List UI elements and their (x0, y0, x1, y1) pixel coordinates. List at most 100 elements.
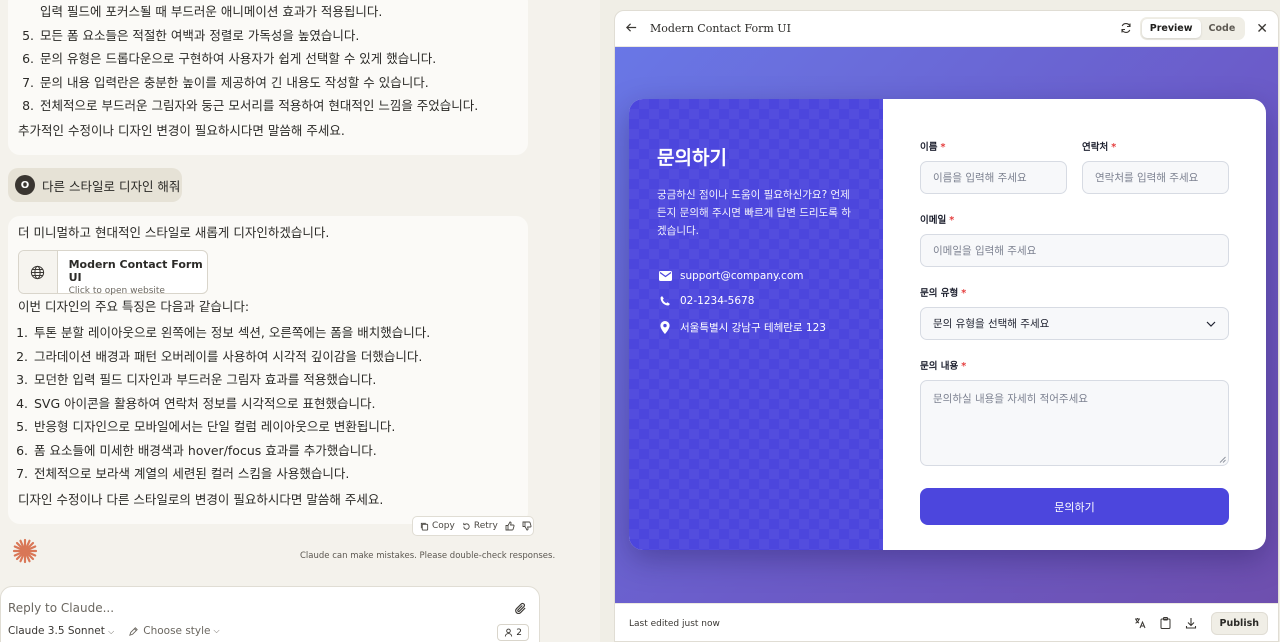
copy-button[interactable]: Copy (420, 521, 455, 531)
list-item: 7. 문의 내용 입력란은 충분한 높이를 제공하여 긴 내용도 작성할 수 있습… (22, 74, 429, 90)
name-label: 이름 * (920, 142, 946, 153)
pen-icon (129, 626, 139, 636)
contact-form: 이름 * 이름을 입력해 주세요 연락처 * 연락처를 입력해 주세요 이메일 * 이… (883, 99, 1266, 550)
contact-card: 문의하기 궁금하신 점이나 도움이 필요하신가요? 언제든지 문의해 주시면 빠… (629, 99, 1266, 550)
features-intro: 이번 디자인의 주요 특징은 다음과 같습니다: (18, 299, 250, 314)
message-intro: 더 미니멀하고 현대적인 스타일로 새롭게 디자인하겠습니다. (18, 225, 330, 240)
attach-button[interactable] (514, 600, 527, 619)
message-closing: 디자인 수정이나 다른 스타일로의 변경이 필요하시다면 말씀해 주세요. (18, 492, 384, 507)
refresh-icon (1121, 23, 1131, 33)
list-item: 6. 문의 유형은 드롭다운으로 구현하여 사용자가 쉽게 선택할 수 있게 했습… (22, 51, 437, 66)
avatar: O (15, 175, 35, 195)
list-item: 3. 모던한 입력 필드 디자인과 부드러운 그림자 효과를 적용했습니다. (16, 372, 377, 387)
translate-icon (1134, 618, 1145, 629)
disclaimer: Claude can make mistakes. Please double-… (300, 551, 556, 561)
chat-panel: 입력 필드에 포커스될 때 부드러운 애니메이션 효과가 적용됩니다. 5. 모든… (0, 0, 600, 642)
required-mark: * (949, 215, 955, 226)
type-select[interactable]: 문의 유형을 선택해 주세요 (920, 307, 1229, 340)
preview-area: 문의하기 궁금하신 점이나 도움이 필요하신가요? 언제든지 문의해 주시면 빠… (615, 47, 1278, 603)
content-textarea[interactable]: 문의하실 내용을 자세히 적어주세요 (920, 380, 1229, 466)
contact-label: 연락처 * (1082, 142, 1117, 153)
download-button[interactable] (1185, 614, 1197, 633)
version-button[interactable] (1134, 614, 1146, 633)
artifact-subtitle: Click to open website (68, 286, 165, 296)
last-edited: Last edited just now (629, 618, 720, 629)
thumbs-up-button[interactable] (505, 521, 515, 531)
contact-address: 서울특별시 강남구 테헤란로 123 (657, 320, 855, 335)
artifact-title: Modern Contact Form UI (68, 258, 203, 284)
artifact-card[interactable]: Modern Contact Form UI Click to open web… (18, 250, 208, 296)
tab-preview[interactable]: Preview (1141, 19, 1201, 38)
model-selector[interactable]: Claude 3.5 Sonnet ⌵ (8, 625, 114, 637)
list-item: 2. 그라데이션 배경과 패턴 오버레이를 사용하여 시각적 깊이감을 더했습니다… (16, 348, 423, 364)
globe-icon (19, 251, 58, 293)
info-heading: 문의하기 (657, 147, 727, 169)
download-icon (1185, 618, 1196, 629)
feature-list: 1. 투톤 분할 레이아웃으로 왼쪽에는 정보 섹션, 오른쪽에는 폼을 배치했습… (10, 321, 430, 486)
resize-handle-icon[interactable] (1219, 456, 1226, 463)
paperclip-icon (515, 602, 526, 615)
list-item: 7. 전체적으로 보라색 계열의 세련된 컬러 스킴을 사용했습니다. (16, 466, 350, 481)
contact-email: support@company.com (657, 270, 855, 282)
contact-phone: 02-1234-5678 (657, 295, 855, 307)
close-icon[interactable]: ✕ (1256, 21, 1268, 37)
artifact-footer: Last edited just now Publish (615, 603, 1278, 641)
copy-button[interactable] (1160, 614, 1171, 633)
list-item: 8. 전체적으로 부드러운 그림자와 둥근 모서리를 적용하여 현대적인 느낌을 … (22, 98, 479, 113)
info-section: 문의하기 궁금하신 점이나 도움이 필요하신가요? 언제든지 문의해 주시면 빠… (629, 99, 883, 550)
location-pin-icon (657, 321, 673, 334)
person-icon (505, 628, 513, 637)
user-count-badge[interactable]: 2 (497, 624, 529, 641)
tab-code[interactable]: Code (1201, 19, 1244, 38)
claude-logo-icon (12, 538, 38, 568)
chevron-down-icon: ⌵ (108, 627, 115, 636)
name-input[interactable]: 이름을 입력해 주세요 (920, 161, 1067, 194)
feature-list-previous: 입력 필드에 포커스될 때 부드러운 애니메이션 효과가 적용됩니다. 5. 모든… (8, 0, 528, 118)
thumbs-down-icon (522, 521, 532, 531)
email-input[interactable]: 이메일을 입력해 주세요 (920, 234, 1229, 267)
assistant-message-previous: 입력 필드에 포커스될 때 부드러운 애니메이션 효과가 적용됩니다. 5. 모든… (8, 0, 528, 155)
email-label: 이메일 * (920, 215, 955, 226)
artifact-title: Modern Contact Form UI (650, 22, 791, 35)
publish-button[interactable]: Publish (1210, 612, 1268, 635)
required-mark: * (961, 288, 967, 299)
list-item: 5. 반응형 디자인으로 모바일에서는 단일 컬럼 레이아웃으로 변환됩니다. (16, 419, 396, 434)
info-description: 궁금하신 점이나 도움이 필요하신가요? 언제든지 문의해 주시면 빠르게 답변… (657, 189, 851, 237)
message-actions: Copy Retry (412, 516, 534, 536)
artifact-panel: Modern Contact Form UI Preview Code ✕ 문의… (614, 10, 1279, 642)
user-message: O 다른 스타일로 디자인 해줘 (8, 168, 182, 202)
submit-button[interactable]: 문의하기 (920, 488, 1229, 525)
phone-icon (657, 295, 673, 307)
retry-icon (463, 522, 470, 530)
thumbs-down-button[interactable] (522, 521, 532, 531)
content-label: 문의 내용 * (920, 361, 967, 372)
artifact-header: Modern Contact Form UI Preview Code ✕ (615, 11, 1278, 47)
view-toggle: Preview Code (1139, 17, 1246, 40)
list-item: 5. 모든 폼 요소들은 적절한 여백과 정렬로 가독성을 높였습니다. (22, 27, 360, 43)
retry-button[interactable]: Retry (462, 521, 498, 531)
copy-icon (420, 522, 429, 531)
thumbs-up-icon (505, 521, 515, 531)
style-selector[interactable]: Choose style ⌵ (128, 625, 220, 637)
user-message-text: 다른 스타일로 디자인 해줘 (42, 178, 181, 194)
arrow-left-icon (626, 23, 637, 32)
contact-input[interactable]: 연락처를 입력해 주세요 (1082, 161, 1229, 194)
required-mark: * (1111, 142, 1117, 153)
list-item: 4. SVG 아이콘을 활용하여 연락처 정보를 시각적으로 표현했습니다. (16, 395, 376, 411)
list-item: 1. 투톤 분할 레이아웃으로 왼쪽에는 정보 섹션, 오른쪽에는 폼을 배치했습… (16, 325, 431, 340)
list-item: 입력 필드에 포커스될 때 부드러운 애니메이션 효과가 적용됩니다. (40, 4, 383, 19)
reply-box[interactable]: Reply to Claude... Claude 3.5 Sonnet ⌵ C… (0, 586, 540, 642)
refresh-button[interactable] (1120, 19, 1132, 38)
back-button[interactable] (625, 19, 638, 38)
reply-input[interactable]: Reply to Claude... (8, 601, 114, 615)
required-mark: * (961, 361, 967, 372)
chevron-down-icon (1206, 321, 1216, 327)
assistant-message: 더 미니멀하고 현대적인 스타일로 새롭게 디자인하겠습니다. Modern C… (8, 216, 528, 524)
clipboard-icon (1160, 617, 1171, 629)
mail-icon (657, 271, 673, 281)
required-mark: * (940, 142, 946, 153)
message-closing: 추가적인 수정이나 디자인 변경이 필요하시다면 말씀해 주세요. (18, 122, 345, 138)
type-label: 문의 유형 * (920, 288, 967, 299)
list-item: 6. 폼 요소들에 미세한 배경색과 hover/focus 효과를 추가했습니다… (16, 442, 377, 458)
chevron-down-icon: ⌵ (213, 626, 220, 635)
